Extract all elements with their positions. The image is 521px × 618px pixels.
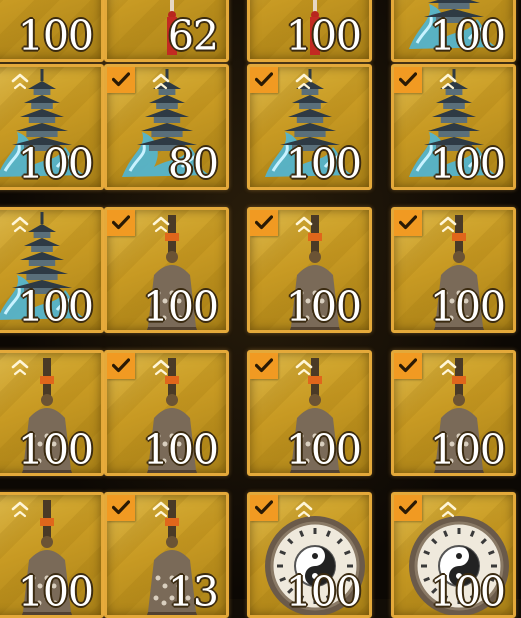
rank-up-icon [151,72,171,90]
checkmark-icon[interactable] [394,210,422,236]
rank-up-icon [10,72,30,90]
inventory-slot[interactable]: 100 [0,492,104,618]
rank-up-icon [294,72,314,90]
item-count: 100 [285,283,362,331]
inventory-slot[interactable]: 100 [247,207,372,333]
item-count: 100 [285,426,362,474]
inventory-slot[interactable]: 100 [391,207,516,333]
item-count: 100 [285,568,362,616]
item-count: 100 [142,283,219,331]
checkmark-icon[interactable] [250,353,278,379]
inventory-slot[interactable]: 100 [0,350,104,476]
rank-up-icon [438,500,458,518]
item-count: 100 [285,140,362,188]
inventory-slot[interactable]: 100 [247,492,372,618]
rank-up-icon [151,215,171,233]
item-count: 80 [167,140,219,188]
checkmark-icon[interactable] [107,67,135,93]
inventory-slot[interactable]: 100 [104,207,229,333]
rank-up-icon [151,358,171,376]
checkmark-icon[interactable] [250,495,278,521]
checkmark-icon[interactable] [394,495,422,521]
checkmark-icon[interactable] [107,495,135,521]
item-count: 100 [429,568,506,616]
inventory-slot[interactable]: 100 [247,350,372,476]
item-count: 100 [17,140,94,188]
inventory-grid: 100 62 100 100 100 80 100 100 100 100 100 100 100 100… [0,0,521,618]
rank-up-icon [438,215,458,233]
item-count: 100 [17,283,94,331]
rank-up-icon [10,358,30,376]
inventory-slot[interactable]: 62 [104,0,229,62]
rank-up-icon [294,500,314,518]
rank-up-icon [151,500,171,518]
item-count: 100 [285,12,362,60]
item-count: 100 [17,568,94,616]
item-count: 100 [429,12,506,60]
inventory-slot[interactable]: 100 [247,0,372,62]
item-count: 100 [17,426,94,474]
item-count: 100 [429,283,506,331]
inventory-slot[interactable]: 100 [0,64,104,190]
item-count: 62 [167,12,219,60]
inventory-slot[interactable]: 100 [0,0,104,62]
inventory-slot[interactable]: 100 [391,492,516,618]
inventory-slot[interactable]: 100 [391,350,516,476]
item-count: 13 [167,568,219,616]
inventory-slot[interactable]: 100 [0,207,104,333]
inventory-slot[interactable]: 100 [391,64,516,190]
item-count: 100 [142,426,219,474]
checkmark-icon[interactable] [394,67,422,93]
inventory-slot[interactable]: 100 [104,350,229,476]
rank-up-icon [10,500,30,518]
item-count: 100 [17,12,94,60]
item-count: 100 [429,426,506,474]
checkmark-icon[interactable] [107,353,135,379]
rank-up-icon [438,358,458,376]
checkmark-icon[interactable] [250,210,278,236]
checkmark-icon[interactable] [394,353,422,379]
rank-up-icon [294,215,314,233]
checkmark-icon[interactable] [250,67,278,93]
rank-up-icon [438,72,458,90]
item-count: 100 [429,140,506,188]
inventory-slot[interactable]: 100 [247,64,372,190]
inventory-slot[interactable]: 100 [391,0,516,62]
inventory-slot[interactable]: 13 [104,492,229,618]
checkmark-icon[interactable] [107,210,135,236]
inventory-slot[interactable]: 80 [104,64,229,190]
rank-up-icon [294,358,314,376]
rank-up-icon [10,215,30,233]
